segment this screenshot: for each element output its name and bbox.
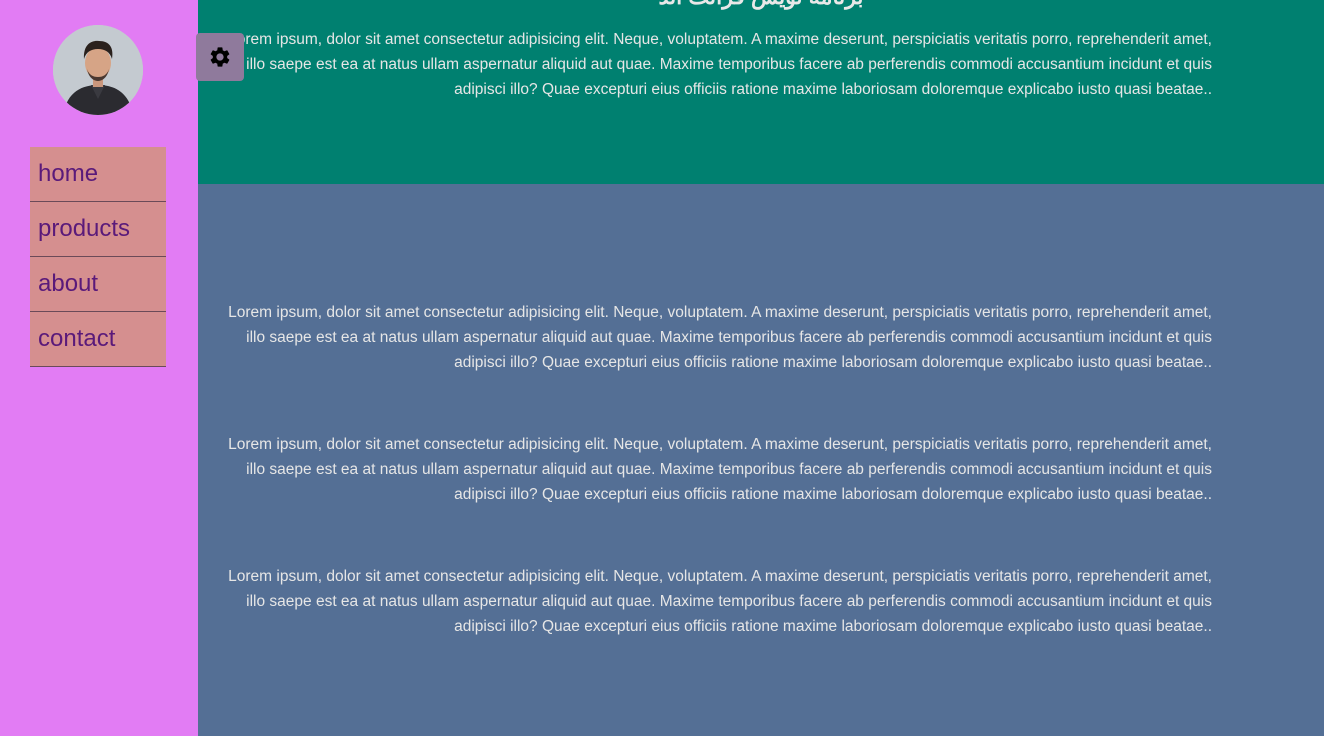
content-paragraph: Lorem ipsum, dolor sit amet consectetur … xyxy=(228,436,1212,503)
gear-icon xyxy=(210,47,230,67)
hero-paragraph: Lorem ipsum, dolor sit amet consectetur … xyxy=(228,31,1212,98)
nav-item-about[interactable]: about xyxy=(30,257,166,312)
profile-photo-icon xyxy=(53,25,143,115)
hero-title: برنامه نویس فرانت اند xyxy=(198,0,1324,10)
sidebar: home products about contact xyxy=(0,0,198,736)
nav-item-products[interactable]: products xyxy=(30,202,166,257)
nav-item-contact[interactable]: contact xyxy=(30,312,166,367)
avatar xyxy=(53,25,143,115)
content-paragraph: Lorem ipsum, dolor sit amet consectetur … xyxy=(228,568,1212,635)
sidebar-nav: home products about contact xyxy=(30,147,166,367)
settings-button[interactable] xyxy=(196,33,244,81)
main-content: Lorem ipsum, dolor sit amet consectetur … xyxy=(198,184,1324,736)
content-paragraph: Lorem ipsum, dolor sit amet consectetur … xyxy=(228,304,1212,371)
hero-section: برنامه نویس فرانت اند Lorem ipsum, dolor… xyxy=(198,0,1324,184)
nav-item-home[interactable]: home xyxy=(30,147,166,202)
